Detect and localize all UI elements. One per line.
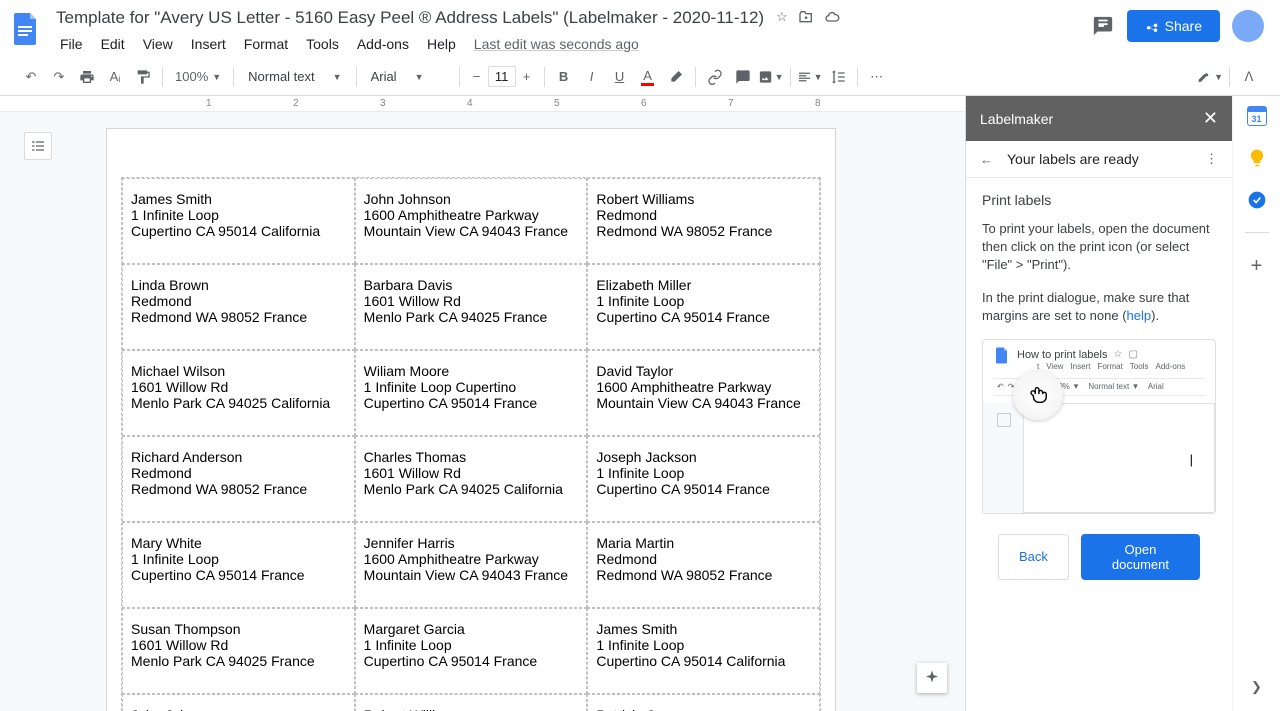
collapse-button[interactable]: ᐱ (1236, 64, 1262, 90)
explore-button[interactable] (917, 663, 947, 693)
fontsize-plus[interactable]: + (516, 66, 538, 88)
docs-logo[interactable] (8, 10, 44, 46)
label-cell[interactable]: Robert WilliamsRedmondRedmond WA 98052 F… (587, 178, 820, 264)
right-rail: 31 + ❯ (1232, 96, 1280, 711)
keep-icon[interactable] (1247, 148, 1267, 168)
instruction-p2: In the print dialogue, make sure that ma… (982, 289, 1216, 325)
redo-button[interactable]: ↷ (46, 64, 72, 90)
sidebar-title: Labelmaker (980, 111, 1053, 127)
more-button[interactable]: ⋯ (864, 64, 890, 90)
section-heading: Print labels (982, 192, 1216, 208)
label-cell[interactable]: James Smith1 Infinite LoopCupertino CA 9… (122, 178, 355, 264)
fontsize-minus[interactable]: − (466, 66, 488, 88)
menu-insert[interactable]: Insert (183, 32, 234, 56)
document-page[interactable]: James Smith1 Infinite LoopCupertino CA 9… (106, 128, 836, 711)
calendar-icon[interactable]: 31 (1247, 106, 1267, 126)
menu-view[interactable]: View (135, 32, 181, 56)
zoom-select[interactable]: 100%▼ (169, 69, 227, 84)
label-cell[interactable]: Charles Thomas1601 Willow RdMenlo Park C… (355, 436, 588, 522)
tasks-icon[interactable] (1247, 190, 1267, 210)
undo-button[interactable]: ↶ (18, 64, 44, 90)
label-cell[interactable]: Richard AndersonRedmondRedmond WA 98052 … (122, 436, 355, 522)
close-icon[interactable]: ✕ (1203, 108, 1218, 129)
label-cell[interactable]: Linda BrownRedmondRedmond WA 98052 Franc… (122, 264, 355, 350)
label-cell[interactable]: Robert WilliamsRedmond (355, 694, 588, 711)
text-color-button[interactable]: A (635, 64, 661, 90)
toolbar: ↶ ↷ Aᵢ 100%▼ Normal text▼ Arial▼ − 11 + … (0, 58, 1280, 96)
avatar[interactable] (1232, 10, 1264, 42)
comment-button[interactable] (730, 64, 756, 90)
comments-icon[interactable] (1091, 14, 1115, 38)
ruler[interactable]: 12345678 (0, 96, 965, 112)
align-button[interactable]: ▼ (797, 64, 823, 90)
instruction-p1: To print your labels, open the document … (982, 220, 1216, 275)
label-cell[interactable]: Patricia Jones1600 Amphitheatre Parkway (587, 694, 820, 711)
sidebar-nav-title: Your labels are ready (1007, 151, 1191, 167)
menu-bar: File Edit View Insert Format Tools Add-o… (52, 32, 1091, 56)
star-icon[interactable]: ☆ (776, 9, 788, 28)
underline-button[interactable]: U (607, 64, 633, 90)
menu-edit[interactable]: Edit (93, 32, 133, 56)
menu-format[interactable]: Format (236, 32, 296, 56)
menu-addons[interactable]: Add-ons (349, 32, 417, 56)
help-link[interactable]: help (1127, 308, 1152, 323)
back-button[interactable]: Back (998, 534, 1069, 580)
label-cell[interactable]: Joseph Jackson1 Infinite LoopCupertino C… (587, 436, 820, 522)
menu-file[interactable]: File (52, 32, 91, 56)
menu-tools[interactable]: Tools (298, 32, 347, 56)
spellcheck-button[interactable]: Aᵢ (102, 64, 128, 90)
highlight-button[interactable] (663, 64, 689, 90)
image-button[interactable]: ▼ (758, 64, 784, 90)
add-addon-icon[interactable]: + (1247, 255, 1267, 275)
font-select[interactable]: Arial▼ (363, 69, 453, 84)
label-cell[interactable]: Mary White1 Infinite LoopCupertino CA 95… (122, 522, 355, 608)
menu-help[interactable]: Help (419, 32, 464, 56)
fontsize-value[interactable]: 11 (488, 66, 516, 87)
paint-format-button[interactable] (130, 64, 156, 90)
fontsize-control: − 11 + (466, 66, 538, 88)
document-area: 12345678 James Smith1 Infinite LoopCuper… (0, 96, 965, 711)
italic-button[interactable]: I (579, 64, 605, 90)
hide-rail-icon[interactable]: ❯ (1251, 679, 1262, 711)
bold-button[interactable]: B (551, 64, 577, 90)
last-edit[interactable]: Last edit was seconds ago (466, 32, 647, 56)
label-cell[interactable]: John Johnson1600 Amphitheatre Parkway (122, 694, 355, 711)
doc-title[interactable]: Template for "Avery US Letter - 5160 Eas… (52, 6, 768, 30)
label-cell[interactable]: David Taylor1600 Amphitheatre ParkwayMou… (587, 350, 820, 436)
share-button[interactable]: Share (1127, 10, 1220, 42)
title-area: Template for "Avery US Letter - 5160 Eas… (52, 6, 1091, 56)
editing-mode-button[interactable]: ▼ (1197, 64, 1223, 90)
label-cell[interactable]: Elizabeth Miller1 Infinite LoopCupertino… (587, 264, 820, 350)
line-spacing-button[interactable] (825, 64, 851, 90)
label-cell[interactable]: Wiliam Moore1 Infinite Loop CupertinoCup… (355, 350, 588, 436)
back-icon[interactable]: ← (980, 152, 993, 167)
cloud-icon[interactable] (824, 9, 840, 28)
addon-sidebar: Labelmaker ✕ ← Your labels are ready ⋮ P… (965, 96, 1232, 711)
label-cell[interactable]: Barbara Davis1601 Willow RdMenlo Park CA… (355, 264, 588, 350)
label-cell[interactable]: Jennifer Harris1600 Amphitheatre Parkway… (355, 522, 588, 608)
kebab-icon[interactable]: ⋮ (1205, 151, 1218, 167)
style-select[interactable]: Normal text▼ (240, 69, 349, 84)
link-button[interactable] (702, 64, 728, 90)
app-header: Template for "Avery US Letter - 5160 Eas… (0, 0, 1280, 58)
label-cell[interactable]: Michael Wilson1601 Willow RdMenlo Park C… (122, 350, 355, 436)
label-cell[interactable]: Margaret Garcia1 Infinite LoopCupertino … (355, 608, 588, 694)
label-cell[interactable]: Maria MartinRedmondRedmond WA 98052 Fran… (587, 522, 820, 608)
sidebar-header: Labelmaker ✕ (966, 96, 1232, 141)
label-cell[interactable]: John Johnson1600 Amphitheatre ParkwayMou… (355, 178, 588, 264)
label-cell[interactable]: James Smith1 Infinite LoopCupertino CA 9… (587, 608, 820, 694)
print-button[interactable] (74, 64, 100, 90)
share-label: Share (1165, 18, 1202, 34)
move-icon[interactable] (798, 9, 814, 28)
instruction-image: How to print labels ☆ ▢ tViewInsertForma… (982, 339, 1216, 514)
label-cell[interactable]: Susan Thompson1601 Willow RdMenlo Park C… (122, 608, 355, 694)
open-document-button[interactable]: Open document (1081, 534, 1200, 580)
